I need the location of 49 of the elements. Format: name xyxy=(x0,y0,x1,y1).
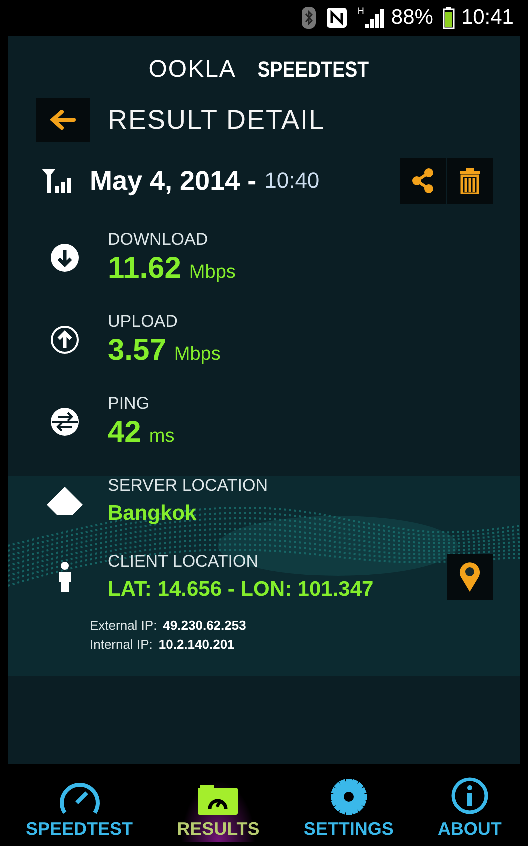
metric-label: UPLOAD xyxy=(108,312,179,332)
battery-percent: 88% xyxy=(391,6,434,30)
metric-label: DOWNLOAD xyxy=(108,230,210,250)
map-pin-button[interactable] xyxy=(447,554,493,600)
download-icon xyxy=(50,243,80,273)
result-time: 10:40 xyxy=(264,168,320,194)
nav-tab[interactable]: SPEEDTEST xyxy=(20,764,140,842)
metric-value: 42 xyxy=(108,416,142,450)
metric-value: 11.62 xyxy=(108,252,182,286)
page-title: RESULT DETAIL xyxy=(108,104,326,136)
share-button[interactable] xyxy=(400,158,446,204)
result-date: May 4, 2014 - xyxy=(90,166,257,196)
metric-unit: Mbps xyxy=(174,344,221,366)
pyramid-icon xyxy=(47,487,83,515)
nav-tab[interactable]: SETTINGS xyxy=(298,764,400,842)
ping-arrows-icon xyxy=(50,407,80,437)
metric-unit: ms xyxy=(149,426,175,448)
logo-product: SPEEDTEST xyxy=(258,57,370,83)
bluetooth-icon xyxy=(302,7,316,29)
metric-label: PING xyxy=(108,394,151,414)
ip-label: Internal IP: xyxy=(90,637,153,652)
network-type: H xyxy=(358,6,364,16)
back-button[interactable] xyxy=(36,98,90,142)
share-icon xyxy=(411,168,435,194)
metric-label: SERVER LOCATION xyxy=(108,476,269,496)
upload-icon xyxy=(50,325,80,355)
map-pin-icon xyxy=(459,562,481,592)
arrow-left-icon xyxy=(50,110,76,130)
ip-value: 10.2.140.201 xyxy=(158,637,235,652)
nav-tab[interactable]: ABOUT xyxy=(432,764,508,842)
ip-label: External IP: xyxy=(90,618,158,633)
trash-icon xyxy=(460,168,480,194)
metric-label: CLIENT LOCATION xyxy=(108,552,260,572)
status-time: 10:41 xyxy=(461,6,514,30)
metric-value: 3.57 xyxy=(108,334,166,368)
settings-icon xyxy=(330,779,367,815)
antenna-signal-icon xyxy=(42,168,72,194)
metric-unit: Mbps xyxy=(189,262,236,284)
speedometer-icon xyxy=(58,781,101,815)
delete-button[interactable] xyxy=(447,158,493,204)
nfc-icon xyxy=(326,7,348,29)
ip-value: 49.230.62.253 xyxy=(163,618,246,633)
metric-value: LAT: 14.656 - LON: 101.347 xyxy=(108,578,374,602)
battery-icon xyxy=(443,7,456,29)
signal-icon xyxy=(365,8,386,28)
metric-value: Bangkok xyxy=(108,502,197,526)
person-icon xyxy=(57,562,73,592)
info-icon xyxy=(450,777,489,815)
logo-brand: OOKLA xyxy=(148,56,236,84)
